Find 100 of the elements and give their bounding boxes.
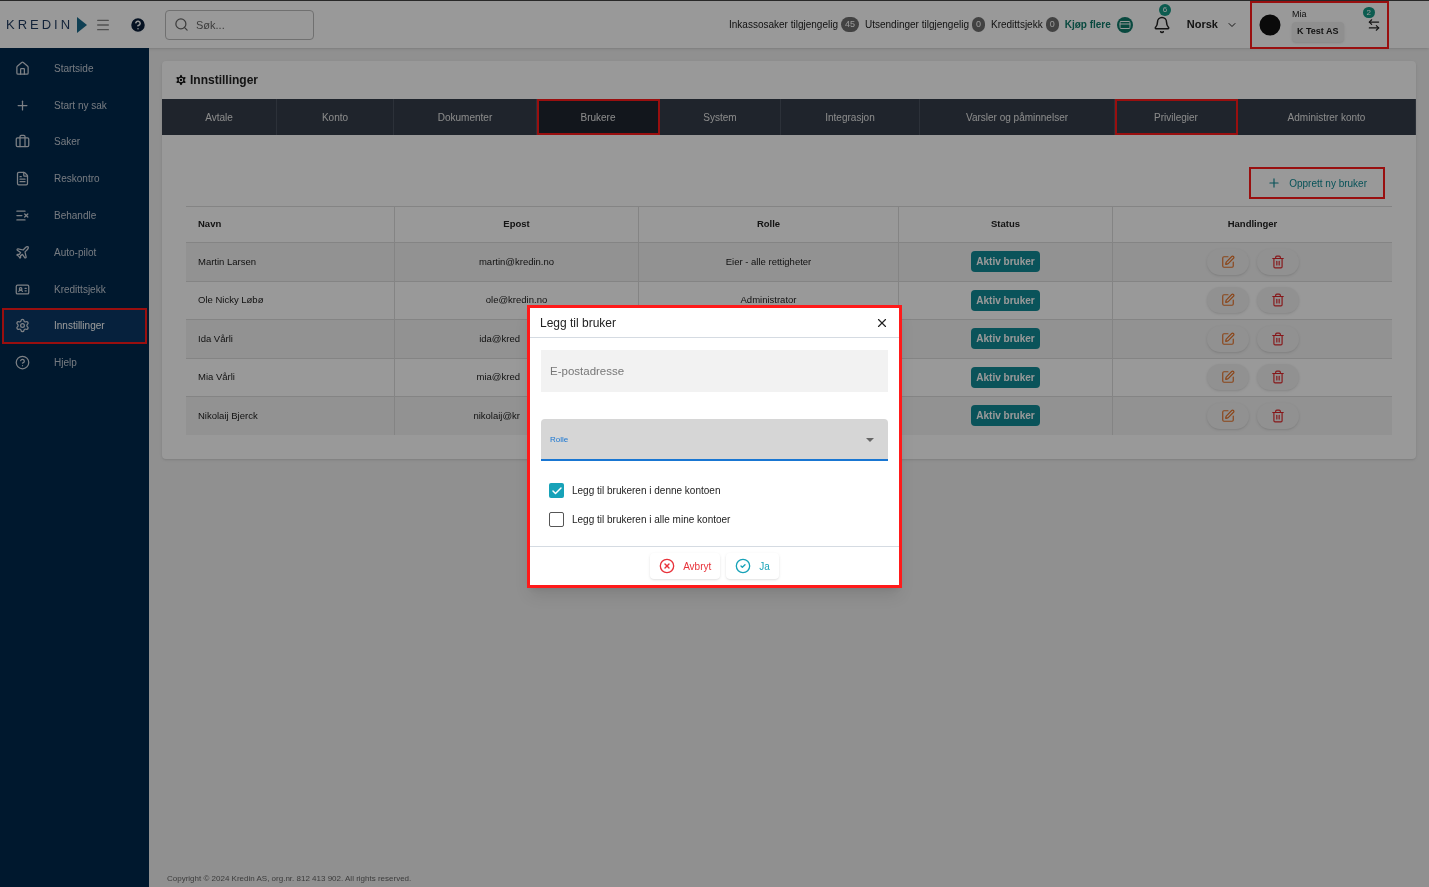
delete-button[interactable] [1256, 364, 1299, 391]
question-mark-icon [15, 355, 30, 371]
settings-icon [15, 318, 30, 334]
search-field[interactable]: Søk... [165, 9, 314, 40]
switch-account-button[interactable] [1367, 17, 1381, 32]
table-cell-text: Mia Vårli [197, 370, 236, 385]
tab[interactable]: Avtale [162, 99, 277, 135]
delete-button[interactable] [1256, 325, 1299, 352]
table-cell: mia@kred [476, 370, 520, 385]
language-selector[interactable]: Norsk [1186, 16, 1238, 33]
tab[interactable]: Konto [277, 99, 394, 135]
buy-more-link[interactable]: Kjøp flere [1064, 17, 1111, 32]
footer-text: Copyright © 2024 Kredin AS, org.nr. 812 413 902. All rights reserved. [166, 873, 413, 885]
table-cell-text: Martin Larsen [197, 254, 258, 269]
table-cell: ole@kredin.no [485, 293, 548, 308]
edit-icon [1220, 370, 1235, 385]
notification-badge: 6 [1158, 3, 1172, 16]
status-badge: Aktiv bruker [971, 366, 1040, 388]
tab[interactable]: System [660, 99, 781, 135]
page-title: Innstillinger [190, 72, 258, 89]
role-select[interactable]: Rolle [541, 419, 888, 461]
id-card-icon [15, 281, 30, 297]
status-badge: Aktiv bruker [971, 328, 1040, 350]
tab[interactable]: Privilegier [1115, 99, 1238, 135]
edit-icon [1220, 293, 1235, 308]
checkbox[interactable] [549, 512, 564, 527]
table-cell: ida@kred [479, 331, 520, 346]
edit-button[interactable] [1206, 287, 1249, 314]
sidebar-item[interactable]: Auto-pilot [2, 234, 147, 271]
count-badge: 0 [1045, 17, 1059, 32]
table-cell-text: Ida Vårli [197, 331, 234, 346]
sidebar-item[interactable]: Innstillinger [2, 307, 147, 345]
search-icon [174, 16, 189, 32]
table-cell-text: Nikolaij Bjerck [197, 408, 259, 423]
trash-icon [1270, 293, 1285, 308]
document-icon [15, 171, 30, 187]
delete-button[interactable] [1256, 287, 1299, 314]
sidebar-item[interactable]: Reskontro [2, 160, 147, 198]
sidebar-item[interactable]: Hjelp [2, 344, 147, 382]
edit-button[interactable] [1206, 248, 1249, 275]
tab[interactable]: Brukere [537, 99, 660, 135]
user-name: Mia [1292, 7, 1308, 21]
counter-label: Kredittsjekk [991, 18, 1043, 32]
gear-icon [174, 73, 188, 87]
table-cell: nikolaij@kr [473, 408, 520, 423]
edit-icon [1220, 408, 1235, 423]
trash-icon [1270, 370, 1285, 385]
checkmark-icon [550, 484, 563, 497]
tab[interactable]: Integrasjon [781, 99, 920, 135]
table-cell: Eier - alle rettigheter [725, 254, 812, 269]
switch-count-badge: 2 [1362, 6, 1375, 18]
sidebar-item[interactable]: Behandle [2, 197, 147, 234]
sidebar-item[interactable]: Saker [2, 123, 147, 161]
checkbox[interactable] [549, 483, 564, 498]
count-badge: 45 [841, 17, 859, 32]
account-button[interactable]: K Test AS [1292, 22, 1344, 42]
edit-icon [1220, 254, 1235, 269]
trash-icon [1270, 254, 1285, 269]
plane-icon [15, 244, 30, 260]
logo-triangle-icon [77, 16, 88, 33]
list-icon [15, 208, 30, 224]
tab[interactable]: Administrer konto [1238, 99, 1416, 135]
sidebar-item[interactable]: Startside [2, 50, 147, 87]
delete-button[interactable] [1256, 248, 1299, 275]
help-icon[interactable] [129, 15, 148, 34]
table-cell-text: Ole Nicky Løbø [197, 293, 265, 308]
circle-x-icon [659, 558, 676, 574]
status-badge: Aktiv bruker [971, 251, 1040, 273]
delete-button[interactable] [1256, 402, 1299, 429]
trash-icon [1270, 408, 1285, 423]
create-user-button[interactable]: Opprett ny bruker [1249, 167, 1385, 199]
edit-button[interactable] [1206, 325, 1249, 352]
sidebar-item[interactable]: Kredittsjekk [2, 270, 147, 308]
dropdown-arrow-icon [866, 438, 874, 442]
edit-button[interactable] [1206, 364, 1249, 391]
email-field[interactable]: E-postadresse [541, 350, 888, 392]
sidebar-item[interactable]: Start ny sak [2, 86, 147, 124]
logo: KREDIN [6, 15, 74, 34]
dialog-title: Legg til bruker [540, 314, 617, 332]
edit-button[interactable] [1206, 402, 1249, 429]
cancel-button[interactable]: Avbryt [650, 553, 721, 579]
status-badge: Aktiv bruker [971, 289, 1040, 311]
counter-label: Inkassosaker tilgjengelig [729, 18, 838, 32]
plus-icon [15, 97, 30, 113]
checkbox-label: Legg til brukeren i alle mine kontoer [572, 513, 731, 527]
tab[interactable]: Varsler og påminnelser [920, 99, 1115, 135]
table-cell: martin@kredin.no [478, 254, 555, 269]
briefcase-icon [15, 134, 30, 150]
counter-label: Utsendinger tilgjengelig [865, 18, 969, 32]
confirm-button[interactable]: Ja [726, 553, 779, 579]
home-icon [15, 60, 30, 76]
circle-check-icon [735, 558, 752, 574]
edit-icon [1220, 331, 1235, 346]
swap-arrows-icon [1367, 17, 1381, 32]
bell-icon[interactable] [1152, 15, 1171, 34]
count-badge: 0 [971, 17, 985, 32]
trash-icon [1270, 331, 1285, 346]
table-cell: Administrator [740, 293, 797, 308]
card-icon [1116, 16, 1133, 33]
column-header: Navn [197, 217, 223, 232]
